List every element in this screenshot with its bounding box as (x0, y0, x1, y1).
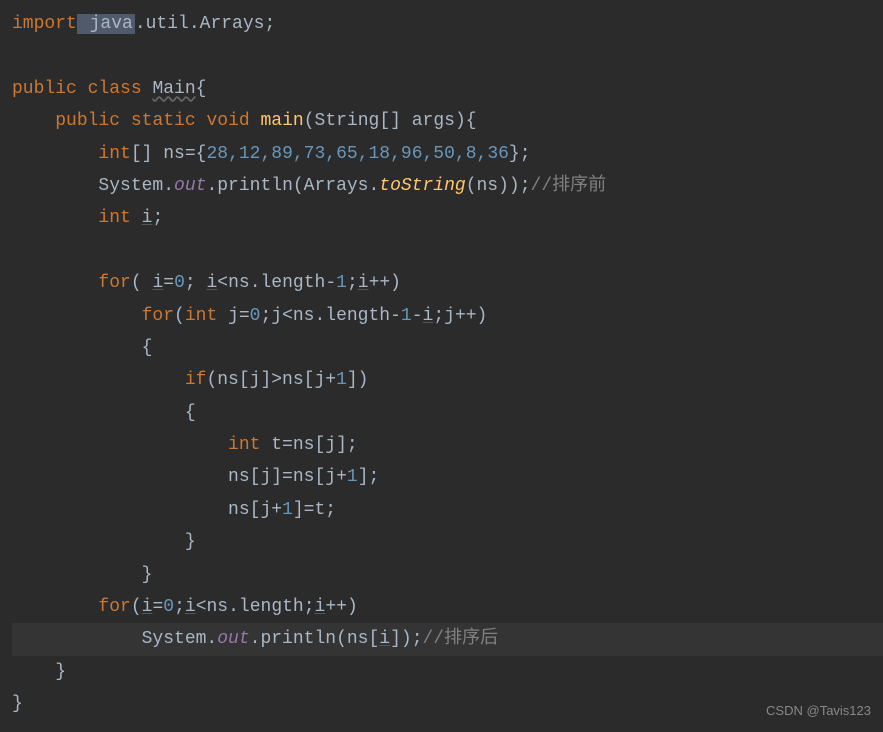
brace: } (12, 694, 23, 714)
variable-i: i (358, 273, 369, 293)
code-text: .util.Arrays; (135, 14, 275, 34)
out-field: out (174, 176, 206, 196)
code-line: int t=ns[j]; (12, 429, 883, 461)
code-line: for(i=0;i<ns.length;i++) (12, 591, 883, 623)
selection-highlight: java (77, 14, 135, 34)
code-line-empty (12, 235, 883, 267)
keyword-import: import (12, 14, 77, 34)
code-line: if(ns[j]>ns[j+1]) (12, 364, 883, 396)
tostring-method: toString (379, 176, 465, 196)
params: (String[] args){ (304, 111, 477, 131)
code-line-empty (12, 40, 883, 72)
code-line: import java.util.Arrays; (12, 8, 883, 40)
variable-i: i (142, 208, 153, 228)
keyword-public: public (12, 79, 77, 99)
code-line: public static void main(String[] args){ (12, 105, 883, 137)
code-line: public class Main{ (12, 73, 883, 105)
code-line: for(int j=0;j<ns.length-1-i;j++) (12, 300, 883, 332)
keyword-void: void (206, 111, 249, 131)
keyword-for: for (98, 597, 130, 617)
number-literals: 28,12,89,73,65,18,96,50,8,36 (206, 144, 508, 164)
code-line: ns[j]=ns[j+1]; (12, 461, 883, 493)
code-line: System.out.println(Arrays.toString(ns));… (12, 170, 883, 202)
brace: } (185, 532, 196, 552)
keyword-if: if (185, 370, 207, 390)
code-line: int[] ns={28,12,89,73,65,18,96,50,8,36}; (12, 138, 883, 170)
variable-i: i (185, 597, 196, 617)
keyword-for: for (98, 273, 130, 293)
variable-i: i (423, 306, 434, 326)
comment: //排序前 (531, 176, 607, 196)
variable-i: i (379, 629, 390, 649)
method-name: main (261, 111, 304, 131)
system-class: System. (98, 176, 174, 196)
code-line: ns[j+1]=t; (12, 494, 883, 526)
keyword-static: static (131, 111, 196, 131)
code-editor[interactable]: import java.util.Arrays; public class Ma… (12, 8, 883, 721)
variable-i: i (152, 273, 163, 293)
class-name: Main (152, 79, 195, 99)
code-line: { (12, 397, 883, 429)
code-line-highlighted: System.out.println(ns[i]);//排序后 (12, 623, 883, 655)
keyword-public: public (55, 111, 120, 131)
keyword-for: for (142, 306, 174, 326)
code-line: { (12, 332, 883, 364)
variable-i: i (315, 597, 326, 617)
code-line: } (12, 526, 883, 558)
variable-i: i (142, 597, 153, 617)
type-int: int (98, 144, 130, 164)
brace: { (185, 403, 196, 423)
variable: ns (163, 144, 185, 164)
out-field: out (217, 629, 249, 649)
type-int: int (185, 306, 217, 326)
brace: { (142, 338, 153, 358)
brace: } (142, 565, 153, 585)
watermark: CSDN @Tavis123 (766, 699, 871, 722)
code-line: int i; (12, 202, 883, 234)
system-class: System. (142, 629, 218, 649)
brace: } (55, 662, 66, 682)
code-line: } (12, 559, 883, 591)
code-line: } (12, 688, 883, 720)
brace: { (196, 79, 207, 99)
keyword-class: class (88, 79, 142, 99)
type-int: int (228, 435, 260, 455)
code-line: } (12, 656, 883, 688)
variable-i: i (206, 273, 217, 293)
code-line: for( i=0; i<ns.length-1;i++) (12, 267, 883, 299)
comment: //排序后 (423, 629, 499, 649)
type-int: int (98, 208, 130, 228)
